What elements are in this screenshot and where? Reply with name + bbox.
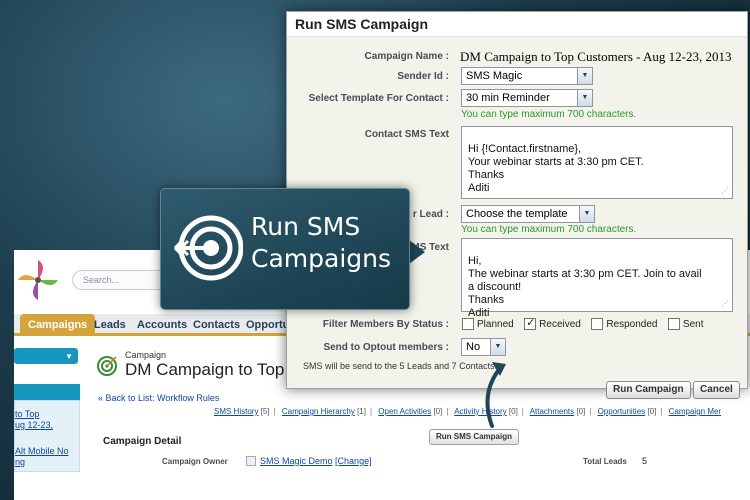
owner-link[interactable]: SMS Magic Demo: [260, 456, 333, 466]
related-link-sms-history[interactable]: SMS History: [214, 407, 258, 416]
status-label: Responded: [606, 319, 658, 331]
optout-select[interactable]: No ▼: [461, 338, 506, 356]
user-icon: [246, 456, 256, 466]
sidebar-section-header: [14, 384, 80, 400]
optout-label: Send to Optout members :: [323, 342, 449, 353]
sidebar-link[interactable]: ug 12-23,: [15, 420, 53, 430]
recipient-summary: SMS will be send to the 5 Leads and 7 Co…: [303, 361, 498, 371]
sidebar-link[interactable]: ng: [15, 457, 25, 467]
sender-id-selected: SMS Magic: [466, 70, 523, 82]
tab-leads[interactable]: Leads: [86, 314, 134, 336]
total-leads-label: Total Leads: [583, 457, 627, 466]
curved-pointer-arrow-icon: [485, 362, 506, 428]
related-count: [0]: [576, 407, 586, 416]
sidebar-dropdown[interactable]: ▼: [14, 348, 78, 364]
contact-char-limit-hint: You can type maximum 700 characters.: [461, 109, 637, 120]
campaign-owner-value: SMS Magic Demo [Change]: [260, 456, 372, 466]
sender-id-select[interactable]: SMS Magic ▼: [461, 67, 593, 85]
sidebar-link[interactable]: to Top: [15, 409, 39, 419]
cancel-button[interactable]: Cancel: [693, 381, 740, 399]
campaign-name-value: DM Campaign to Top Customers - Aug 12-23…: [460, 49, 732, 64]
campaign-owner-label: Campaign Owner: [162, 457, 228, 466]
related-link-attachments[interactable]: Attachments: [530, 407, 574, 416]
dialog-title: Run SMS Campaign: [295, 16, 429, 32]
status-filter-checkboxes: Planned Received Responded Sent: [462, 316, 710, 332]
related-link-open-activities[interactable]: Open Activities: [378, 407, 431, 416]
status-checkbox-sent[interactable]: [667, 317, 680, 330]
status-label: Received: [539, 319, 581, 331]
status-checkbox-responded[interactable]: [591, 317, 604, 330]
chevron-down-icon: ▼: [577, 90, 592, 106]
related-link-campaign-hierarchy[interactable]: Campaign Hierarchy: [282, 407, 355, 416]
total-leads-value: 5: [642, 456, 648, 466]
contact-sms-textarea[interactable]: Hi {!Contact.firstname}, Your webinar st…: [461, 126, 733, 199]
related-count: [1]: [357, 407, 366, 416]
chevron-down-icon: ▼: [65, 352, 73, 361]
chevron-down-icon: ▼: [579, 206, 594, 222]
run-campaign-button[interactable]: Run Campaign: [606, 381, 691, 399]
page-title: DM Campaign to Top C: [125, 360, 302, 379]
optout-selected: No: [466, 341, 481, 353]
tab-campaigns[interactable]: Campaigns: [20, 314, 96, 336]
lead-sms-text: Hi, The webinar starts at 3:30 pm CET. J…: [468, 255, 702, 319]
target-arrow-icon: [173, 215, 243, 281]
callout-text: Run SMS Campaigns: [251, 211, 406, 275]
back-to-list-link[interactable]: « Back to List: Workflow Rules: [98, 393, 219, 403]
resize-grip-icon[interactable]: ⋰: [721, 297, 729, 310]
sender-id-label: Sender Id :: [397, 71, 449, 82]
chevron-down-icon: ▼: [490, 339, 505, 355]
campaign-detail-header: Campaign Detail: [103, 436, 182, 447]
related-link-campaign-members[interactable]: Campaign Mer: [669, 407, 721, 416]
filter-status-label: Filter Members By Status :: [322, 319, 449, 330]
lead-sms-textarea[interactable]: Hi, The webinar starts at 3:30 pm CET. J…: [461, 238, 733, 319]
template-contact-label: Select Template For Contact :: [308, 93, 449, 104]
campaign-target-icon: [97, 356, 117, 376]
template-contact-selected: 30 min Reminder: [466, 92, 550, 104]
contact-sms-text: Hi {!Contact.firstname}, Your webinar st…: [468, 143, 644, 194]
template-lead-select[interactable]: Choose the template ▼: [461, 205, 595, 223]
callout-line-1: Run SMS: [251, 212, 361, 241]
sidebar-link[interactable]: Alt Mobile No: [15, 446, 69, 456]
chevron-down-icon: ▼: [577, 68, 592, 84]
template-lead-selected: Choose the template: [466, 208, 568, 220]
status-checkbox-received[interactable]: [524, 316, 537, 330]
pinwheel-logo-icon: [18, 260, 58, 300]
status-checkbox-planned[interactable]: [462, 317, 474, 330]
change-owner-link[interactable]: [Change]: [335, 456, 372, 466]
related-count: [0]: [433, 407, 443, 416]
related-list-links: SMS History [5] | Campaign Hierarchy [1] |…: [214, 407, 722, 416]
lead-char-limit-hint: You can type maximum 700 characters.: [461, 224, 637, 235]
related-count: [5]: [260, 407, 270, 416]
resize-grip-icon[interactable]: ⋰: [721, 184, 729, 197]
callout-line-2: Campaigns: [251, 244, 392, 273]
campaign-name-label: Campaign Name :: [364, 51, 449, 62]
contact-sms-text-label: Contact SMS Text: [364, 129, 449, 140]
related-link-opportunities[interactable]: Opportunities: [598, 407, 646, 416]
status-label: Sent: [682, 319, 704, 331]
related-count: [0]: [647, 407, 657, 416]
breadcrumb: Campaign: [125, 350, 167, 360]
template-contact-select[interactable]: 30 min Reminder ▼: [461, 89, 593, 107]
sidebar-recent-items: to Top ug 12-23, Alt Mobile No ng: [14, 400, 80, 472]
status-label: Planned: [477, 319, 514, 331]
callout-pointer: [409, 240, 425, 264]
run-sms-callout-badge: Run SMS Campaigns: [160, 188, 410, 310]
